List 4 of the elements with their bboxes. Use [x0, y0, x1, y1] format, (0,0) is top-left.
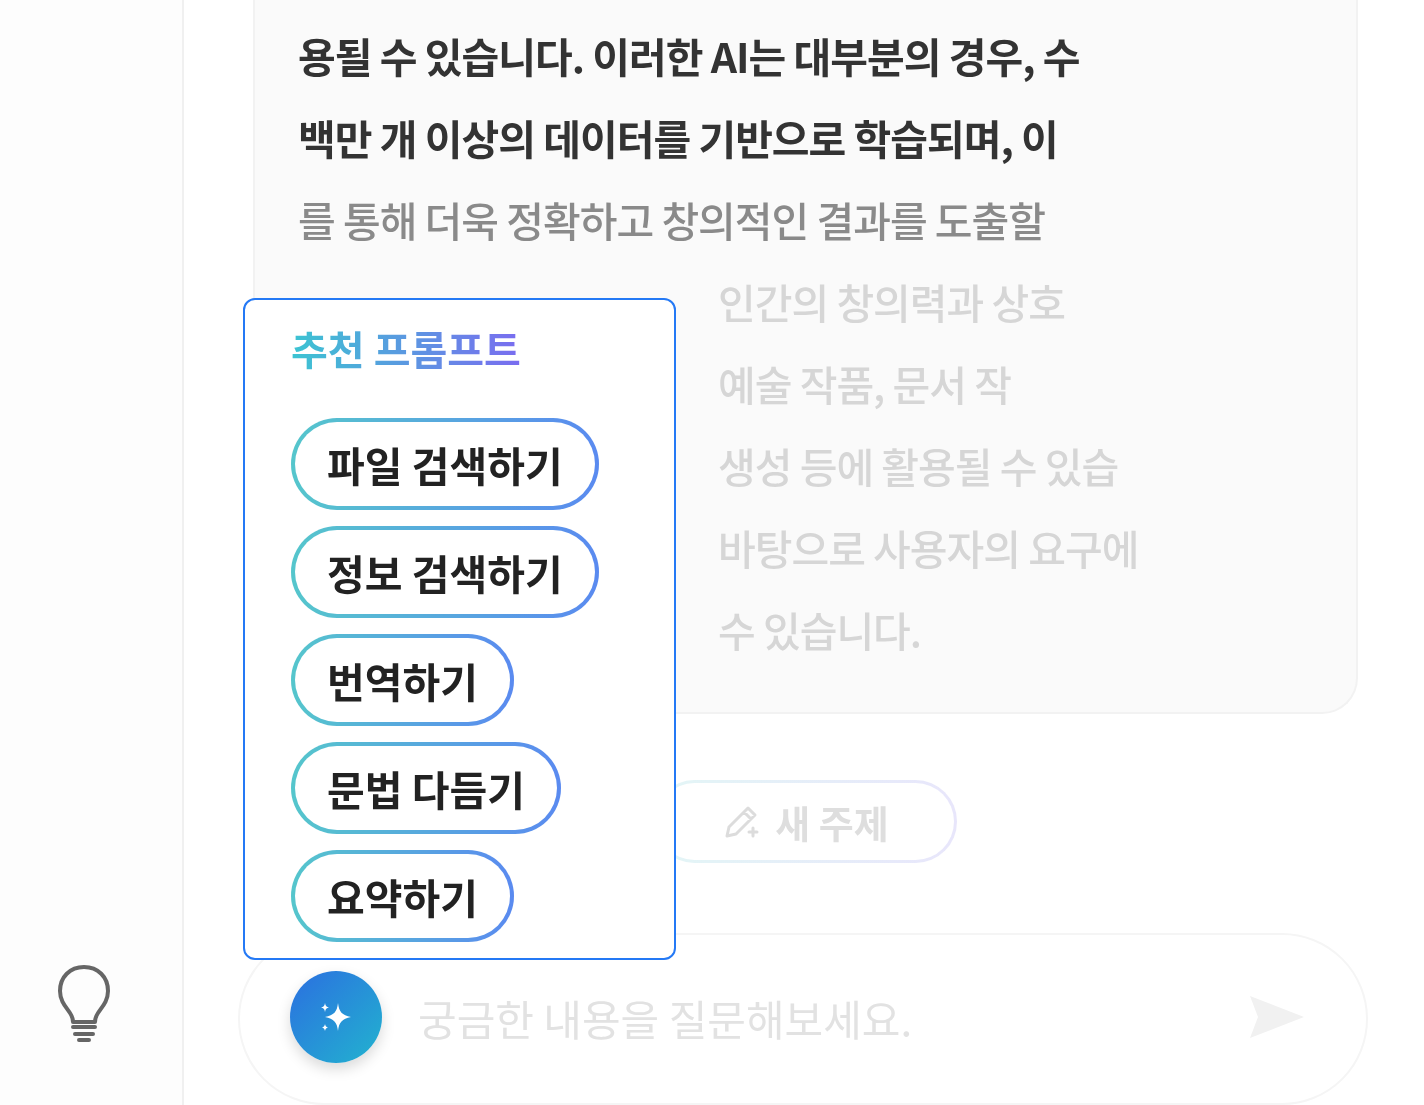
- message-text: 를 통해 더욱 정확하고 창의적인 결과를 도출할: [298, 188, 1046, 251]
- message-text: 백만 개 이상의 데이터를 기반으로 학습되며, 이: [298, 106, 1058, 169]
- message-text: 용될 수 있습니다. 이러한 AI는 대부분의 경우, 수: [298, 24, 1080, 87]
- ai-button[interactable]: [290, 971, 382, 1064]
